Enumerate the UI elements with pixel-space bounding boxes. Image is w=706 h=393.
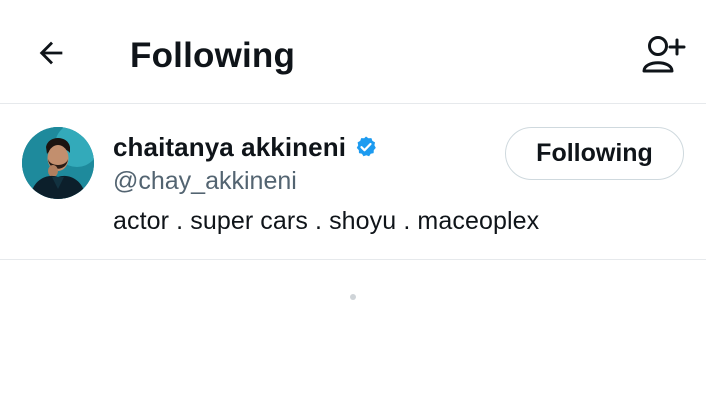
avatar-photo bbox=[22, 127, 94, 199]
display-name[interactable]: chaitanya akkineni bbox=[113, 131, 346, 163]
user-bio: actor . super cars . shoyu . maceoplex bbox=[113, 207, 540, 235]
top-app-bar: Following bbox=[0, 0, 706, 104]
loading-indicator bbox=[350, 294, 356, 300]
back-button[interactable] bbox=[26, 28, 76, 78]
verified-badge-icon bbox=[354, 135, 378, 159]
add-user-button[interactable] bbox=[636, 30, 692, 78]
avatar[interactable] bbox=[22, 127, 94, 199]
following-button[interactable]: Following bbox=[505, 127, 684, 180]
user-name-line: chaitanya akkineni bbox=[113, 131, 378, 163]
following-screen: Following chaitanya akkineni @chay_akkin… bbox=[0, 0, 706, 393]
user-list-item[interactable]: chaitanya akkineni @chay_akkineni actor … bbox=[0, 105, 706, 260]
arrow-left-icon bbox=[39, 41, 63, 65]
user-handle[interactable]: @chay_akkineni bbox=[113, 165, 297, 197]
page-title: Following bbox=[130, 36, 296, 75]
add-user-icon bbox=[642, 36, 686, 73]
